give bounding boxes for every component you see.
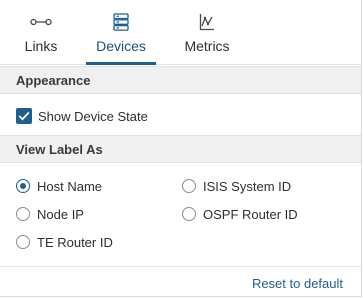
show-device-state-label: Show Device State — [38, 108, 148, 124]
settings-panel: Links Devices Metrics Appearance Show De… — [0, 0, 362, 297]
show-device-state-checkbox[interactable] — [16, 108, 32, 124]
radio-node-ip-label: Node IP — [37, 206, 84, 222]
metrics-icon — [196, 12, 218, 32]
radio-host-name[interactable]: Host Name — [16, 177, 102, 195]
radio-button[interactable] — [182, 207, 196, 221]
radio-button-selected[interactable] — [16, 179, 30, 193]
tab-metrics-label: Metrics — [184, 38, 230, 54]
tab-links-label: Links — [24, 38, 58, 54]
tab-bar: Links Devices Metrics — [0, 0, 361, 65]
links-icon — [30, 12, 52, 32]
footer-divider — [0, 266, 361, 267]
view-label-section-header: View Label As — [0, 135, 361, 163]
radio-node-ip[interactable]: Node IP — [16, 205, 84, 223]
radio-isis-system-id-label: ISIS System ID — [203, 178, 292, 194]
radio-button[interactable] — [182, 179, 196, 193]
tab-devices-label: Devices — [96, 38, 146, 54]
radio-ospf-router-id-label: OSPF Router ID — [203, 206, 298, 222]
radio-ospf-router-id[interactable]: OSPF Router ID — [182, 205, 298, 223]
tab-devices[interactable]: Devices — [86, 0, 156, 65]
tab-links[interactable]: Links — [15, 0, 67, 64]
radio-button[interactable] — [16, 235, 30, 249]
tab-metrics[interactable]: Metrics — [176, 0, 238, 64]
checkmark-icon — [18, 111, 30, 121]
devices-icon — [110, 12, 132, 32]
appearance-section-header: Appearance — [0, 66, 361, 94]
radio-host-name-label: Host Name — [37, 178, 103, 194]
radio-isis-system-id[interactable]: ISIS System ID — [182, 177, 291, 195]
radio-te-router-id[interactable]: TE Router ID — [16, 233, 113, 251]
radio-button[interactable] — [16, 207, 30, 221]
show-device-state-checkbox-row[interactable]: Show Device State — [16, 107, 148, 125]
appearance-section-title: Appearance — [16, 73, 91, 88]
reset-to-default-link[interactable]: Reset to default — [252, 276, 343, 291]
radio-te-router-id-label: TE Router ID — [37, 234, 113, 250]
view-label-section-title: View Label As — [16, 142, 103, 157]
